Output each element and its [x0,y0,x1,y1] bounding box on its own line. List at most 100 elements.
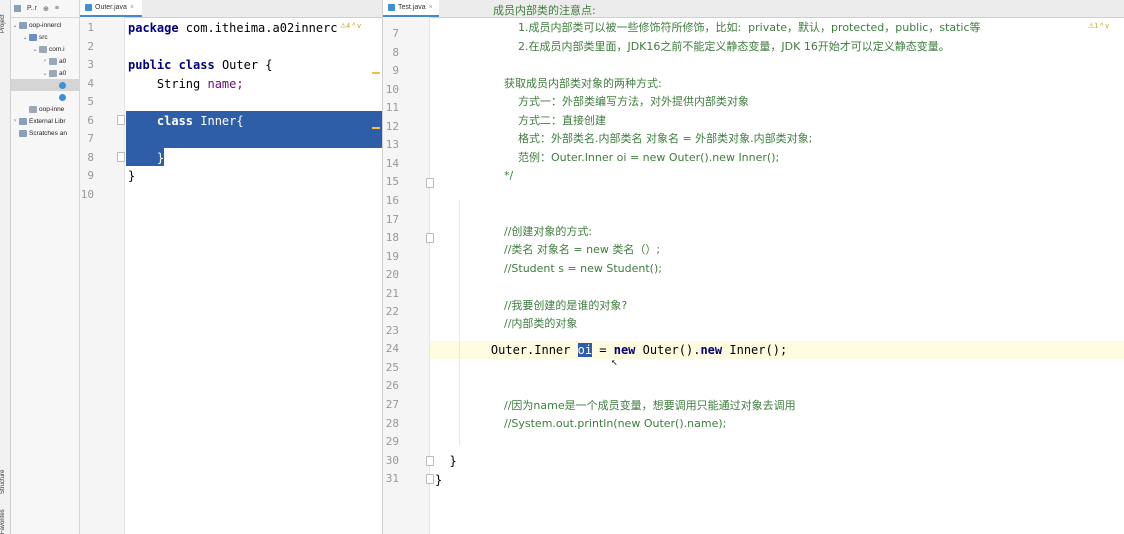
comment-line-14: 范例：Outer.Inner oi = new Outer().new Inne… [490,151,780,164]
close-icon[interactable]: × [130,4,134,11]
line-number: 30 [385,453,399,467]
expand-arrow-icon[interactable]: ⌄ [41,70,49,77]
comment-line-13: 格式：外部类名.内部类名 对象名 = 外部类对象.内部类对象; [490,132,813,145]
left-editor[interactable]: Outer.java × 1 2 3 4 5 6 7 8 9 10 ⚠4 ^ v package … [80,0,383,534]
tree-item[interactable]: › a0 [11,55,79,67]
line-number: 13 [385,138,399,152]
tab-label: Test.java [398,4,426,11]
line-number: 7 [87,132,94,146]
tree-item-label: a0 [59,69,67,77]
tree-item[interactable] [11,79,79,91]
fold-icon[interactable] [117,115,125,125]
tree-item[interactable]: ⌄ src [11,31,79,43]
folder-icon [19,21,27,29]
line-number: 8 [87,150,94,164]
keyword: class [128,114,194,128]
cls-icon [59,81,66,89]
collapse-icon[interactable]: ≡ [55,5,59,12]
comment-line-7: 1.成员内部类可以被一些修饰符所修饰，比如: private，默认，protec… [490,21,981,34]
line-number: 27 [385,398,399,411]
line-number: 10 [385,82,399,96]
line-number: 19 [385,249,399,263]
fold-icon[interactable] [426,456,434,466]
code-text: } [128,151,165,165]
line-number: 1 [87,21,94,34]
expand-arrow-icon[interactable]: ⌄ [11,22,19,29]
comment-line-19: //类名 对象名 = new 类名（）; [490,243,661,256]
tree-item[interactable]: ⌄ com.i [11,43,79,55]
tree-item-label: Scratches an [29,129,67,137]
code-text: Inner(); [722,343,788,357]
line-number: 12 [385,119,399,133]
keyword: class [171,58,215,72]
project-tool-tab[interactable]: Project [0,4,10,44]
tree-item[interactable]: ⌄ oop-innercl [11,19,79,31]
java-class-icon [388,4,395,11]
tab-label: Outer.java [95,4,127,11]
comment-line-22: //我要创建的是谁的对象? [490,299,628,312]
locate-icon[interactable]: ⊕ [43,5,49,13]
line-number: 20 [385,268,399,282]
fold-icon[interactable] [426,474,434,484]
change-marker [372,127,380,129]
expand-arrow-icon[interactable]: › [41,58,49,64]
pkg-icon [29,105,37,113]
warning-indicator[interactable]: ⚠1 ^ v [1088,22,1109,30]
line-number: 8 [392,45,399,59]
tool-window-strip: Project Structure Favorites [0,0,11,534]
selected-identifier[interactable]: oi [577,343,593,357]
code-text: Outer.Inner [462,343,578,357]
fold-icon[interactable] [117,152,125,162]
line-number: 3 [87,58,94,72]
warning-count: 1 [1094,23,1099,30]
line-number: 10 [80,187,94,201]
comment-line-27: //因为name是一个成员变量，想要调用只能通过对象去调用 [490,399,796,412]
close-icon[interactable]: × [429,4,433,11]
comment-line-10: 获取成员内部类对象的两种方式: [490,77,662,90]
line-number: 2 [87,39,94,53]
code-text: Outer { [214,58,273,72]
left-tabbar: Outer.java × [80,0,382,18]
warning-indicator[interactable]: ⚠4 ^ v [340,22,361,30]
project-panel-header: P..r ⊕ ≡ [11,0,79,18]
line-number: 5 [87,95,94,109]
tree-item[interactable]: Scratches an [11,127,79,139]
expand-arrow-icon[interactable]: › [11,118,19,124]
line-number: 29 [385,435,399,449]
tree-item[interactable]: ⌄ a0 [11,67,79,79]
favorites-tool-tab[interactable]: Favorites [0,509,10,534]
line-number: 24 [385,342,399,356]
line-number: 6 [87,113,94,127]
line-number: 21 [385,286,399,300]
structure-tool-tab[interactable]: Structure [0,462,10,502]
fold-icon[interactable] [426,178,434,188]
right-tabbar: Test.java × 成员内部类的注意点: [383,0,1124,18]
tab-test-java[interactable]: Test.java × [383,0,439,17]
tree-item[interactable]: › External Libr [11,115,79,127]
line-number: 26 [385,379,399,393]
tab-outer-java[interactable]: Outer.java × [80,0,142,17]
expand-arrow-icon[interactable]: ⌄ [21,34,29,41]
project-view-label[interactable]: P..r [27,5,37,12]
line-number: 17 [385,212,399,226]
comment-line-15: */ [490,169,514,182]
keyword: public [128,58,172,72]
cls-icon [59,93,66,101]
pkg-icon [49,57,57,65]
comment-line-18: //创建对象的方式: [490,225,593,238]
tree-item[interactable]: oop-inne [11,103,79,115]
folder-icon [19,129,27,137]
code-line-24: Outer.Inner oi = new Outer().new Inner()… [462,341,787,359]
fold-icon[interactable] [426,233,434,243]
tree-item-label: com.i [49,45,65,53]
tree-item[interactable] [11,91,79,103]
code-text: com.itheima.a02innerc [178,21,338,35]
comment-line-12: 方式二：直接创建 [490,114,606,127]
expand-arrow-icon[interactable]: ⌄ [31,46,39,53]
right-editor[interactable]: Test.java × 成员内部类的注意点: 7 8 9 10 11 12 13 14 15 16… [383,0,1124,534]
comment-line-20: //Student s = new Student(); [490,262,662,275]
code-text: Outer(). [635,343,701,357]
line-number: 15 [385,175,399,189]
code-text: } [128,169,136,183]
indent-guide [459,200,460,445]
